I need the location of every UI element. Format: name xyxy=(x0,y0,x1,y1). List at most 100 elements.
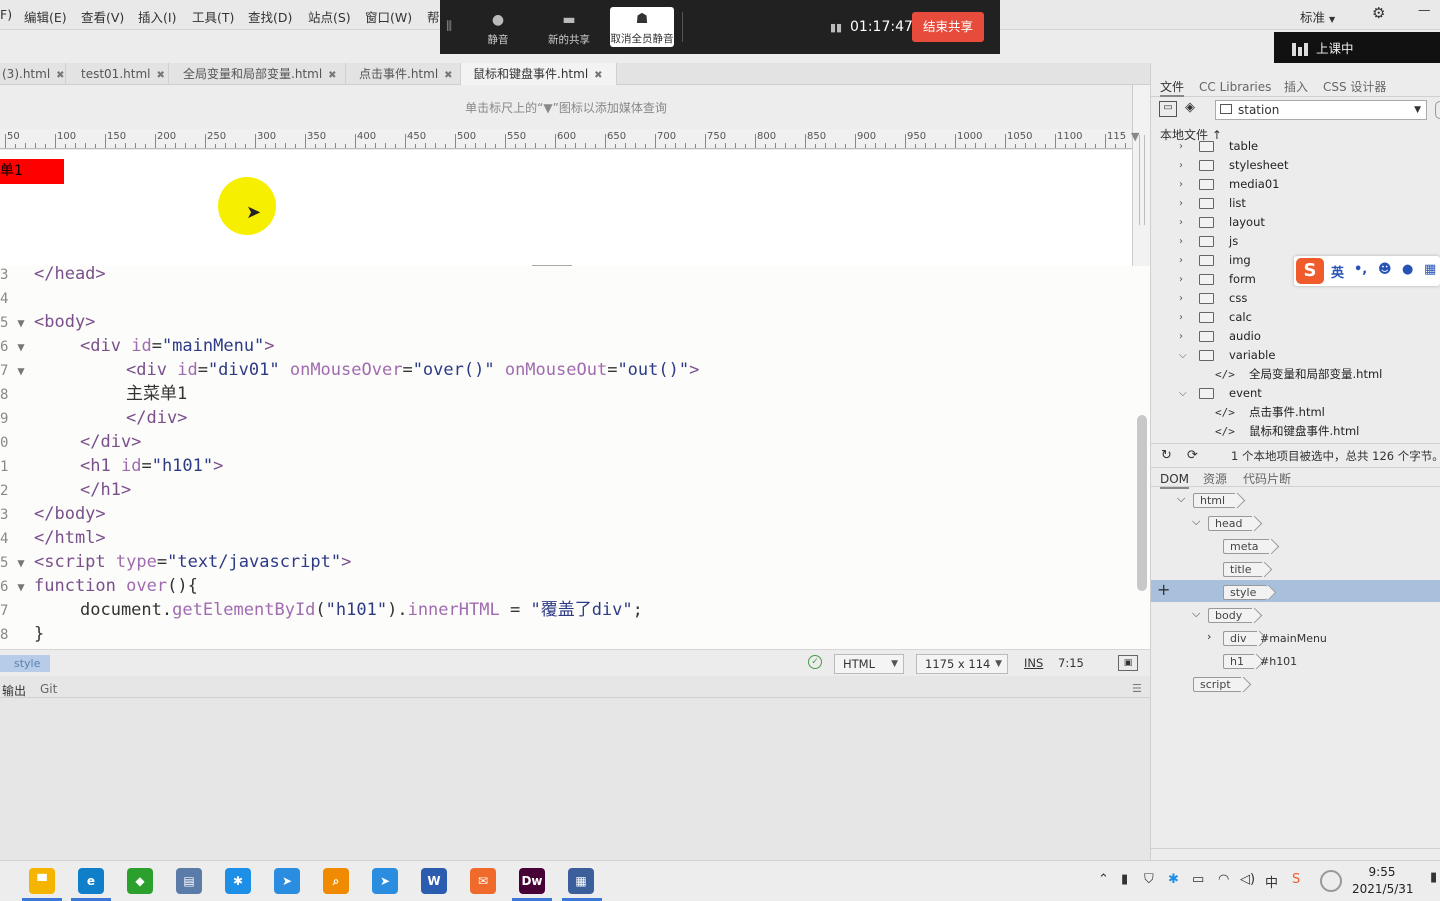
code-line[interactable]: 1 <h1 id="h101"> xyxy=(0,454,223,478)
notification-icon[interactable]: ▮ xyxy=(1430,870,1437,885)
live-view-scrollbar[interactable]: ▼ xyxy=(1131,85,1150,266)
tab-doc-1[interactable]: (3).html ✖ xyxy=(0,63,66,85)
tab-dom[interactable]: DOM xyxy=(1160,469,1190,489)
doc-type-select[interactable]: HTML ▼ xyxy=(834,654,904,674)
edge-icon[interactable]: e xyxy=(78,868,104,894)
app-icon-8[interactable]: ➤ xyxy=(372,868,398,894)
code-line[interactable]: 3 </head> xyxy=(0,266,106,286)
tab-doc-2[interactable]: test01.html ✖ xyxy=(66,63,169,85)
battery-icon[interactable]: ▭ xyxy=(1192,872,1204,887)
code-line[interactable]: 8 主菜单1 xyxy=(0,382,187,406)
code-line[interactable]: 6 ▼ <div id="mainMenu"> xyxy=(0,334,275,358)
drag-handle-icon[interactable]: ⦀ xyxy=(446,19,452,35)
menu-tools[interactable]: 工具(T) xyxy=(192,7,234,26)
chevron-down-icon[interactable]: ⌵ xyxy=(1192,607,1200,621)
close-icon[interactable]: ✖ xyxy=(444,70,452,81)
tab-doc-4[interactable]: 点击事件.html ✖ xyxy=(346,63,461,85)
live-menu-item[interactable]: 单1 xyxy=(0,159,64,184)
tab-doc-3[interactable]: 全局变量和局部变量.html ✖ xyxy=(169,63,346,85)
fold-toggle-icon[interactable]: ▼ xyxy=(11,551,31,575)
ime-punct-toggle[interactable]: •, xyxy=(1354,262,1367,277)
tab-assets[interactable]: 资源 xyxy=(1203,469,1227,489)
app-icon-10[interactable]: ✉ xyxy=(470,868,496,894)
git-icon[interactable]: ◈ xyxy=(1185,100,1195,115)
dreamweaver-icon[interactable]: Dw xyxy=(519,868,545,894)
code-line[interactable]: 7 ▼ <div id="div01" onMouseOver="over()" o… xyxy=(0,358,699,382)
app-icon-4[interactable]: ▤ xyxy=(176,868,202,894)
file-row[interactable]: </> 全局变量和局部变量.html xyxy=(1179,365,1439,384)
tab-cc-libraries[interactable]: CC Libraries xyxy=(1199,77,1271,97)
dom-node-h1[interactable]: h1 xyxy=(1223,654,1254,669)
close-icon[interactable]: ✖ xyxy=(56,70,64,81)
chevron-right-icon[interactable]: › xyxy=(1179,141,1189,156)
assistant-icon[interactable] xyxy=(1320,870,1342,892)
ruler[interactable]: 50 100 150 200 250 300 350 400 450 500 550 600 650 70… xyxy=(0,129,1132,149)
word-icon[interactable]: W xyxy=(421,868,447,894)
tab-insert[interactable]: 插入 xyxy=(1284,77,1308,97)
live-view[interactable] xyxy=(0,150,1132,266)
chevron-right-icon[interactable]: › xyxy=(1179,156,1189,175)
code-line[interactable]: 0 </div> xyxy=(0,430,141,454)
media-query-bar[interactable]: 单击标尺上的“▼”图标以添加媒体查询 xyxy=(0,85,1132,129)
dom-node-div[interactable]: div xyxy=(1223,631,1257,646)
menu-site[interactable]: 站点(S) xyxy=(308,7,351,26)
chevron-down-icon[interactable]: ⌵ xyxy=(1179,384,1189,403)
panel-overflow-button[interactable] xyxy=(1435,101,1440,119)
code-line[interactable]: 2 </h1> xyxy=(0,478,131,502)
code-editor[interactable]: 3 </head> 4 5 ▼ <body> 6 ▼ <div id="mainMenu"> 7 ▼… xyxy=(0,266,1150,649)
panel-bottom-scrollbar[interactable] xyxy=(1151,848,1440,860)
sync-icon[interactable]: ⟳ xyxy=(1187,444,1198,468)
folder-row[interactable]: › audio xyxy=(1179,327,1439,346)
app-tray-icon[interactable]: ✱ xyxy=(1168,872,1179,887)
chevron-right-icon[interactable]: › xyxy=(1179,175,1189,194)
file-row[interactable]: </> 鼠标和键盘事件.html xyxy=(1179,422,1439,441)
fold-toggle-icon[interactable]: ▼ xyxy=(11,335,31,359)
menu-find[interactable]: 查找(D) xyxy=(248,7,292,26)
close-icon[interactable]: ✖ xyxy=(594,70,602,81)
folder-row[interactable]: › table xyxy=(1179,141,1439,156)
chevron-right-icon[interactable]: › xyxy=(1179,232,1189,251)
code-line[interactable]: 5 ▼ <body> xyxy=(0,310,95,334)
chevron-down-icon[interactable]: ⌵ xyxy=(1192,515,1200,529)
unmute-all-button[interactable]: ☗ 取消全员静音 xyxy=(610,7,674,47)
dom-node-style[interactable]: style xyxy=(1223,585,1267,600)
tab-output[interactable]: 输出 xyxy=(2,682,26,699)
folder-row[interactable]: › layout xyxy=(1179,213,1439,232)
fold-toggle-icon[interactable]: ▼ xyxy=(11,359,31,383)
close-icon[interactable]: ✖ xyxy=(328,70,336,81)
folder-row[interactable]: › css xyxy=(1179,289,1439,308)
dom-node-script[interactable]: script xyxy=(1193,677,1241,692)
workspace-switcher[interactable]: 标准 ▼ xyxy=(1300,7,1335,26)
chevron-right-icon[interactable]: › xyxy=(1207,630,1211,643)
tab-git[interactable]: Git xyxy=(40,682,57,696)
volume-icon[interactable]: ◁) xyxy=(1240,872,1255,887)
app-icon-3[interactable]: ◆ xyxy=(127,868,153,894)
menu-help[interactable]: 帮 xyxy=(427,7,440,26)
keyboard-grid-icon[interactable]: ▦ xyxy=(1424,262,1436,277)
code-scrollbar-thumb[interactable] xyxy=(1137,415,1147,591)
insert-mode[interactable]: INS xyxy=(1024,656,1043,670)
menu-insert[interactable]: 插入(I) xyxy=(138,7,176,26)
tab-css-designer[interactable]: CSS 设计器 xyxy=(1323,77,1386,97)
folder-row[interactable]: › js xyxy=(1179,232,1439,251)
window-size-select[interactable]: 1175 x 114 ▼ xyxy=(916,654,1008,674)
dom-node-meta[interactable]: meta xyxy=(1223,539,1269,554)
code-line[interactable]: 4 xyxy=(0,286,34,310)
ime-indicator[interactable]: 中 xyxy=(1265,872,1278,891)
chevron-right-icon[interactable]: › xyxy=(1179,194,1189,213)
code-line[interactable]: 5 ▼ <script type="text/javascript"> xyxy=(0,550,351,574)
file-tree[interactable]: › table › stylesheet › media01 › list › layout › js… xyxy=(1151,141,1440,441)
microphone-icon[interactable]: ▮ xyxy=(1121,872,1128,887)
dom-node-body[interactable]: body xyxy=(1208,608,1253,623)
connect-icon[interactable]: ▭ xyxy=(1159,101,1177,117)
menu-edit[interactable]: 编辑(E) xyxy=(24,7,67,26)
code-line[interactable]: 6 ▼ function over(){ xyxy=(0,574,198,598)
dom-node-html[interactable]: html xyxy=(1193,493,1236,508)
end-share-button[interactable]: 结束共享 xyxy=(912,12,984,42)
folder-row[interactable]: › media01 xyxy=(1179,175,1439,194)
chevron-right-icon[interactable]: › xyxy=(1179,213,1189,232)
folder-row[interactable]: › stylesheet xyxy=(1179,156,1439,175)
refresh-icon[interactable]: ↻ xyxy=(1161,444,1172,468)
menu-window[interactable]: 窗口(W) xyxy=(365,7,412,26)
code-line[interactable]: 7 document.getElementById("h101").innerHT… xyxy=(0,598,643,622)
